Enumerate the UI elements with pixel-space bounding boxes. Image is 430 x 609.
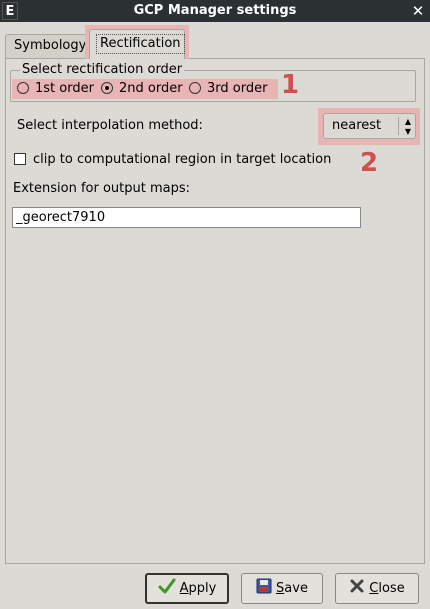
radio-unselected-icon (189, 82, 201, 94)
radio-selected-icon (101, 82, 113, 94)
window-title: GCP Manager settings (133, 3, 297, 18)
title-bar: E GCP Manager settings ✕ (0, 0, 430, 22)
extension-label: Extension for output maps: (13, 181, 191, 196)
apply-button[interactable]: Apply (145, 573, 229, 604)
checkbox-unchecked-icon (14, 153, 26, 165)
close-button[interactable]: Close (335, 573, 419, 604)
extension-input[interactable] (12, 207, 361, 228)
close-button-label: lose (378, 581, 405, 596)
save-button-label: ave (284, 581, 308, 596)
radio-1st-order-label: 1st order (35, 81, 94, 96)
floppy-disk-icon (256, 576, 272, 605)
annotation-number-1: 1 (281, 70, 300, 100)
interpolation-label: Select interpolation method: (17, 118, 203, 133)
select-separator (398, 117, 399, 135)
radio-3rd-order[interactable]: 3rd order (189, 80, 267, 98)
tab-rectification-label: Rectification (96, 34, 185, 54)
x-close-icon (349, 576, 365, 605)
interpolation-method-select[interactable]: nearest ▲ ▼ (323, 113, 416, 139)
clip-region-checkbox[interactable]: clip to computational region in target l… (14, 152, 331, 168)
interpolation-method-value: nearest (332, 118, 382, 133)
rectification-order-title: Select rectification order (20, 62, 185, 78)
apply-button-label-mnemonic: A (179, 581, 189, 596)
tab-rectification[interactable]: Rectification (89, 29, 185, 59)
apply-button-label: pply (188, 581, 217, 596)
spin-arrows-icon: ▲ ▼ (404, 117, 412, 136)
radio-unselected-icon (17, 82, 29, 94)
radio-2nd-order-label: 2nd order (119, 81, 183, 96)
window-close-button[interactable]: ✕ (408, 2, 428, 20)
tab-symbology[interactable]: Symbology (5, 34, 89, 58)
close-button-label-mnemonic: C (369, 581, 379, 596)
save-button[interactable]: Save (241, 573, 323, 604)
radio-3rd-order-label: 3rd order (207, 81, 268, 96)
radio-2nd-order[interactable]: 2nd order (101, 80, 183, 98)
clip-region-label: clip to computational region in target l… (33, 152, 332, 167)
radio-1st-order[interactable]: 1st order (17, 80, 94, 98)
annotation-number-2: 2 (360, 148, 379, 178)
check-icon (158, 577, 176, 604)
